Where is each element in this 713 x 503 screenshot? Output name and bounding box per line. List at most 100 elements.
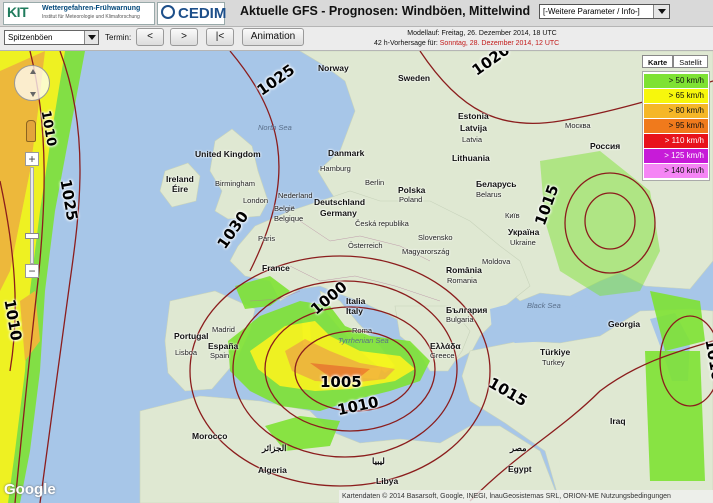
country-label: България — [446, 305, 488, 315]
zoom-out-button[interactable]: − — [25, 264, 39, 278]
map-view[interactable]: 1025 1025 1030 1020 1015 1010 1010 1000 … — [0, 51, 713, 503]
sea-label: Tyrrhenian Sea — [338, 336, 389, 345]
map-type-map-button[interactable]: Karte — [642, 55, 674, 68]
country-label: Poland — [399, 195, 423, 204]
country-label: Éire — [172, 184, 189, 194]
country-label: România — [446, 265, 482, 275]
city-label: Paris — [258, 234, 276, 243]
country-label: Danmark — [328, 148, 365, 158]
country-label: Україна — [508, 227, 540, 237]
country-label: United Kingdom — [195, 149, 261, 159]
legend-row: > 95 km/h — [644, 119, 708, 133]
zoom-slider-track[interactable] — [30, 167, 34, 264]
variable-dropdown[interactable]: Spitzenböen — [4, 30, 99, 45]
country-label: Nederland — [278, 191, 313, 200]
city-label: Roma — [352, 326, 373, 335]
legend-row: > 50 km/h — [644, 74, 708, 88]
forecast-prefix: 42 h-Vorhersage für: — [374, 40, 440, 47]
country-label: España — [208, 341, 239, 351]
zoom-slider-thumb[interactable] — [25, 233, 39, 239]
city-label: Hamburg — [320, 164, 351, 173]
country-label: Slovensko — [418, 233, 453, 242]
country-label: Latvija — [460, 123, 487, 133]
chevron-down-icon[interactable] — [84, 31, 98, 44]
kit-logo-text: KIT — [7, 4, 29, 20]
country-label: Iraq — [610, 416, 626, 426]
run-info: Modellauf: Freitag, 26. Dezember 2014, 1… — [374, 29, 590, 49]
parameter-dropdown[interactable]: [-Weitere Parameter / Info-] — [539, 4, 670, 19]
country-label: Deutschland — [314, 197, 366, 207]
country-label: Georgia — [608, 319, 641, 329]
city-label: Москва — [565, 121, 591, 130]
city-label: Lisboa — [175, 348, 198, 357]
country-label: Germany — [320, 208, 357, 218]
legend-row: > 140 km/h — [644, 164, 708, 178]
map-type-satellite-button[interactable]: Satellit — [673, 55, 708, 68]
forecast-time: 42 h-Vorhersage für: Sonntag, 28. Dezemb… — [374, 39, 590, 49]
legend-row: > 65 km/h — [644, 89, 708, 103]
cedim-ring-icon — [161, 5, 175, 19]
country-label: الجزائر — [262, 443, 287, 453]
map-canvas — [0, 51, 713, 503]
map-attribution[interactable]: Kartendaten © 2014 Basarsoft, Google, IN… — [339, 490, 713, 503]
legend-row: > 125 km/h — [644, 149, 708, 163]
country-label: Беларусь — [476, 179, 517, 189]
pegman-icon[interactable] — [26, 120, 36, 142]
country-label: Россия — [590, 141, 621, 151]
country-label: Lithuania — [452, 153, 490, 163]
zoom-in-button[interactable]: + — [25, 152, 39, 166]
page-title: Aktuelle GFS - Prognosen: Windböen, Mitt… — [240, 4, 531, 18]
previous-button[interactable]: < — [136, 28, 164, 46]
legend-row: > 80 km/h — [644, 104, 708, 118]
parameter-dropdown-value: [-Weitere Parameter / Info-] — [543, 7, 640, 16]
chevron-down-icon[interactable] — [653, 5, 669, 18]
city-label: Berlin — [365, 178, 385, 187]
variable-dropdown-value: Spitzenböen — [8, 33, 53, 42]
country-label: Ελλάδα — [430, 341, 461, 351]
city-label: Madrid — [212, 325, 235, 334]
country-label: Österreich — [348, 241, 383, 250]
country-label: Belgique — [274, 214, 304, 223]
country-label: Greece — [430, 351, 455, 360]
country-label: France — [262, 263, 290, 273]
country-label: مصر — [510, 443, 527, 453]
header-bar: KIT Wettergefahren-Frühwarnung Institut … — [0, 0, 713, 27]
country-label: Sweden — [398, 73, 431, 83]
isobar-label: 1005 — [320, 373, 362, 391]
forecast-time-value: Sonntag, 28. Dezember 2014, 12 UTC — [439, 40, 560, 47]
country-label: ليبيا — [372, 456, 385, 466]
control-bar: Spitzenböen Termin: < > |< Animation Mod… — [0, 27, 713, 51]
country-label: Magyarország — [402, 247, 450, 256]
next-button[interactable]: > — [170, 28, 198, 46]
sea-label: North Sea — [258, 123, 292, 132]
gust-legend: > 50 km/h > 65 km/h > 80 km/h > 95 km/h … — [642, 71, 710, 181]
kit-logo-title: Wettergefahren-Frühwarnung — [42, 5, 141, 12]
city-label: London — [243, 196, 269, 205]
country-label: Ireland — [166, 174, 194, 184]
country-label: Bulgaria — [446, 315, 474, 324]
term-label: Termin: — [105, 33, 132, 42]
country-label: Egypt — [508, 464, 532, 474]
country-label: Ukraine — [510, 238, 536, 247]
country-label: Polska — [398, 185, 426, 195]
country-label: Algeria — [258, 465, 287, 475]
country-label: Türkiye — [540, 347, 571, 357]
legend-row: > 110 km/h — [644, 134, 708, 148]
country-label: Portugal — [174, 331, 209, 341]
country-label: België — [274, 204, 295, 213]
kit-logo: KIT Wettergefahren-Frühwarnung Institut … — [3, 2, 155, 25]
city-label: Birmingham — [215, 179, 256, 188]
country-label: Latvia — [462, 135, 483, 144]
animation-button[interactable]: Animation — [242, 28, 304, 46]
country-label: Morocco — [192, 431, 228, 441]
first-button[interactable]: |< — [206, 28, 234, 46]
country-label: Romania — [447, 276, 478, 285]
pan-control[interactable] — [14, 65, 50, 101]
map-type-toggle: Karte Satellit — [642, 55, 708, 68]
kit-logo-subtitle: Institut für Meteorologie und Klimaforsc… — [42, 14, 140, 20]
country-label: Italia — [346, 296, 366, 306]
country-label: Česká republika — [355, 219, 409, 228]
country-label: Estonia — [458, 111, 489, 121]
country-label: Libya — [376, 476, 399, 486]
country-label: Italy — [346, 306, 364, 316]
